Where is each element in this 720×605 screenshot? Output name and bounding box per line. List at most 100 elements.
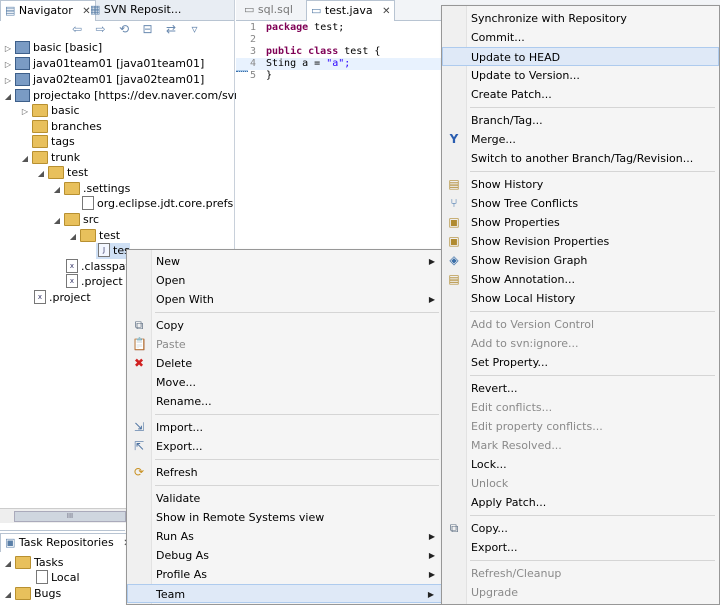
menu-item-unlock[interactable]: Unlock: [442, 474, 719, 493]
menu-item-paste[interactable]: 📋 Paste: [127, 335, 443, 354]
tree-item[interactable]: ▷ java02team01 [java02team01]: [3, 72, 204, 88]
menu-item-show-local-history[interactable]: Show Local History: [442, 289, 719, 308]
menu-item-rename[interactable]: Rename...: [127, 392, 443, 411]
menu-item-open[interactable]: Open: [127, 271, 443, 290]
tree-item[interactable]: ▷ java01team01 [java01team01]: [3, 56, 204, 72]
menu-item-debug-as[interactable]: Debug As ▶: [127, 546, 443, 565]
menu-item-refresh-cleanup[interactable]: Refresh/Cleanup: [442, 564, 719, 583]
tree-item[interactable]: ◢ test: [68, 228, 120, 244]
menu-item-label: Import...: [156, 421, 203, 434]
menu-item-revert[interactable]: Revert...: [442, 379, 719, 398]
tree-item[interactable]: tags: [20, 134, 75, 150]
code-line[interactable]: 5}: [236, 70, 272, 82]
menu-item-create-patch[interactable]: Create Patch...: [442, 85, 719, 104]
menu-item-run-as[interactable]: Run As ▶: [127, 527, 443, 546]
menu-item-open-with[interactable]: Open With ▶: [127, 290, 443, 309]
collapse-icon[interactable]: ◢: [36, 166, 46, 182]
menu-item-team[interactable]: Team ▶: [127, 584, 443, 603]
tree-item[interactable]: x.project 5: [64, 274, 126, 290]
menu-item-mark-resolved[interactable]: Mark Resolved...: [442, 436, 719, 455]
menu-item-synchronize[interactable]: Synchronize with Repository: [442, 9, 719, 28]
scrollbar-thumb[interactable]: III: [14, 511, 126, 522]
menu-icon[interactable]: ▿: [188, 22, 202, 36]
menu-item-new[interactable]: New ▶: [127, 252, 443, 271]
menu-item-branch-tag[interactable]: Branch/Tag...: [442, 111, 719, 130]
file-icon: x: [66, 274, 78, 288]
collapse-icon[interactable]: ◢: [3, 587, 13, 603]
menu-item-switch[interactable]: Switch to another Branch/Tag/Revision...: [442, 149, 719, 168]
menu-item-add-to-svn-ignore[interactable]: Add to svn:ignore...: [442, 334, 719, 353]
expand-icon[interactable]: ▷: [3, 57, 13, 73]
menu-item-show-properties[interactable]: ▣ Show Properties: [442, 213, 719, 232]
menu-item-edit-property-conflicts[interactable]: Edit property conflicts...: [442, 417, 719, 436]
collapse-icon[interactable]: ◢: [3, 89, 13, 105]
collapse-icon[interactable]: ◢: [3, 556, 13, 572]
collapse-icon[interactable]: ◢: [52, 213, 62, 229]
menu-item-move[interactable]: Move...: [127, 373, 443, 392]
menu-item-set-property[interactable]: Set Property...: [442, 353, 719, 372]
expand-icon[interactable]: ▷: [3, 41, 13, 57]
link-editor-icon[interactable]: ⇄: [164, 22, 178, 36]
collapse-all-icon[interactable]: ⊟: [141, 22, 155, 36]
menu-item-refresh[interactable]: ⟳ Refresh: [127, 463, 443, 482]
tree-item[interactable]: ◢ trunk: [20, 150, 80, 166]
tree-item[interactable]: ◢ projectako [https://dev.naver.com/svn/p…: [3, 88, 263, 104]
menu-item-import[interactable]: ⇲ Import...: [127, 418, 443, 437]
tab-svn-repositories[interactable]: ▦ SVN Reposit...: [86, 0, 185, 20]
menu-item-update-to-head[interactable]: Update to HEAD: [442, 47, 719, 66]
collapse-icon[interactable]: ◢: [68, 229, 78, 245]
menu-item-merge[interactable]: Y Merge...: [442, 130, 719, 149]
tree-item[interactable]: x .project: [32, 290, 91, 306]
menu-item-commit[interactable]: Commit...: [442, 28, 719, 47]
menu-item-upgrade[interactable]: Upgrade: [442, 583, 719, 602]
menu-item-show-tree-conflicts[interactable]: ⑂ Show Tree Conflicts: [442, 194, 719, 213]
menu-item-show-revision-graph[interactable]: ◈ Show Revision Graph: [442, 251, 719, 270]
tree-item[interactable]: org.eclipse.jdt.core.prefs 5 1: [80, 196, 254, 212]
back-icon[interactable]: ⇦: [70, 22, 84, 36]
forward-icon[interactable]: ⇨: [94, 22, 108, 36]
menu-item-export[interactable]: Export...: [442, 538, 719, 557]
code-line[interactable]: 1 package test;: [236, 22, 344, 34]
menu-item-copy[interactable]: ⧉ Copy: [127, 316, 443, 335]
tree-item[interactable]: ▷ basic: [20, 103, 80, 119]
tree-item[interactable]: ◢ .settings: [52, 181, 130, 197]
code-line[interactable]: 3 public class test {: [236, 46, 380, 58]
code-text: test {: [338, 46, 381, 57]
up-icon[interactable]: ⟲: [117, 22, 131, 36]
tree-item[interactable]: ◢ src: [52, 212, 99, 228]
tree-item-selected[interactable]: Jtest.java 5 16. 1. 25 O: [96, 243, 130, 259]
menu-item-show-revision-properties[interactable]: ▣ Show Revision Properties: [442, 232, 719, 251]
menu-item-export[interactable]: ⇱ Export...: [127, 437, 443, 456]
expand-icon[interactable]: ▷: [20, 104, 30, 120]
menu-item-edit-conflicts[interactable]: Edit conflicts...: [442, 398, 719, 417]
menu-item-show-history[interactable]: ▤ Show History: [442, 175, 719, 194]
tab-test-java[interactable]: ▭ test.java ✕: [306, 0, 396, 21]
tree-item[interactable]: ◢ test: [36, 165, 88, 181]
menu-item-validate[interactable]: Validate: [127, 489, 443, 508]
paste-icon: 📋: [132, 337, 147, 351]
code-line[interactable]: 2: [236, 34, 266, 46]
collapse-icon[interactable]: ◢: [52, 182, 62, 198]
java-file-icon: J: [98, 243, 110, 257]
menu-item-add-to-version-control[interactable]: Add to Version Control: [442, 315, 719, 334]
close-icon[interactable]: ✕: [382, 6, 390, 17]
tree-item[interactable]: Local: [34, 570, 80, 586]
menu-item-profile-as[interactable]: Profile As ▶: [127, 565, 443, 584]
menu-item-lock[interactable]: Lock...: [442, 455, 719, 474]
tree-item[interactable]: ▷ basic [basic]: [3, 40, 102, 56]
menu-item-show-annotation[interactable]: ▤ Show Annotation...: [442, 270, 719, 289]
tree-item[interactable]: ◢ Bugs: [3, 586, 61, 602]
tab-sql[interactable]: ▭ sql.sql: [240, 0, 297, 20]
menu-item-apply-patch[interactable]: Apply Patch...: [442, 493, 719, 512]
tab-task-repositories[interactable]: ▣ Task Repositories ✕: [0, 533, 137, 552]
menu-item-delete[interactable]: ✖ Delete: [127, 354, 443, 373]
menu-item-update-to-version[interactable]: Update to Version...: [442, 66, 719, 85]
tree-item[interactable]: ◢ Tasks: [3, 555, 63, 571]
menu-item-copy[interactable]: ⧉ Copy...: [442, 519, 719, 538]
tree-item[interactable]: branches: [20, 119, 102, 135]
tab-navigator[interactable]: ▤ Navigator ✕: [0, 0, 96, 21]
expand-icon[interactable]: ▷: [3, 73, 13, 89]
collapse-icon[interactable]: ◢: [20, 151, 30, 167]
tree-item[interactable]: x.classpath: [64, 259, 126, 275]
menu-item-show-remote[interactable]: Show in Remote Systems view: [127, 508, 443, 527]
